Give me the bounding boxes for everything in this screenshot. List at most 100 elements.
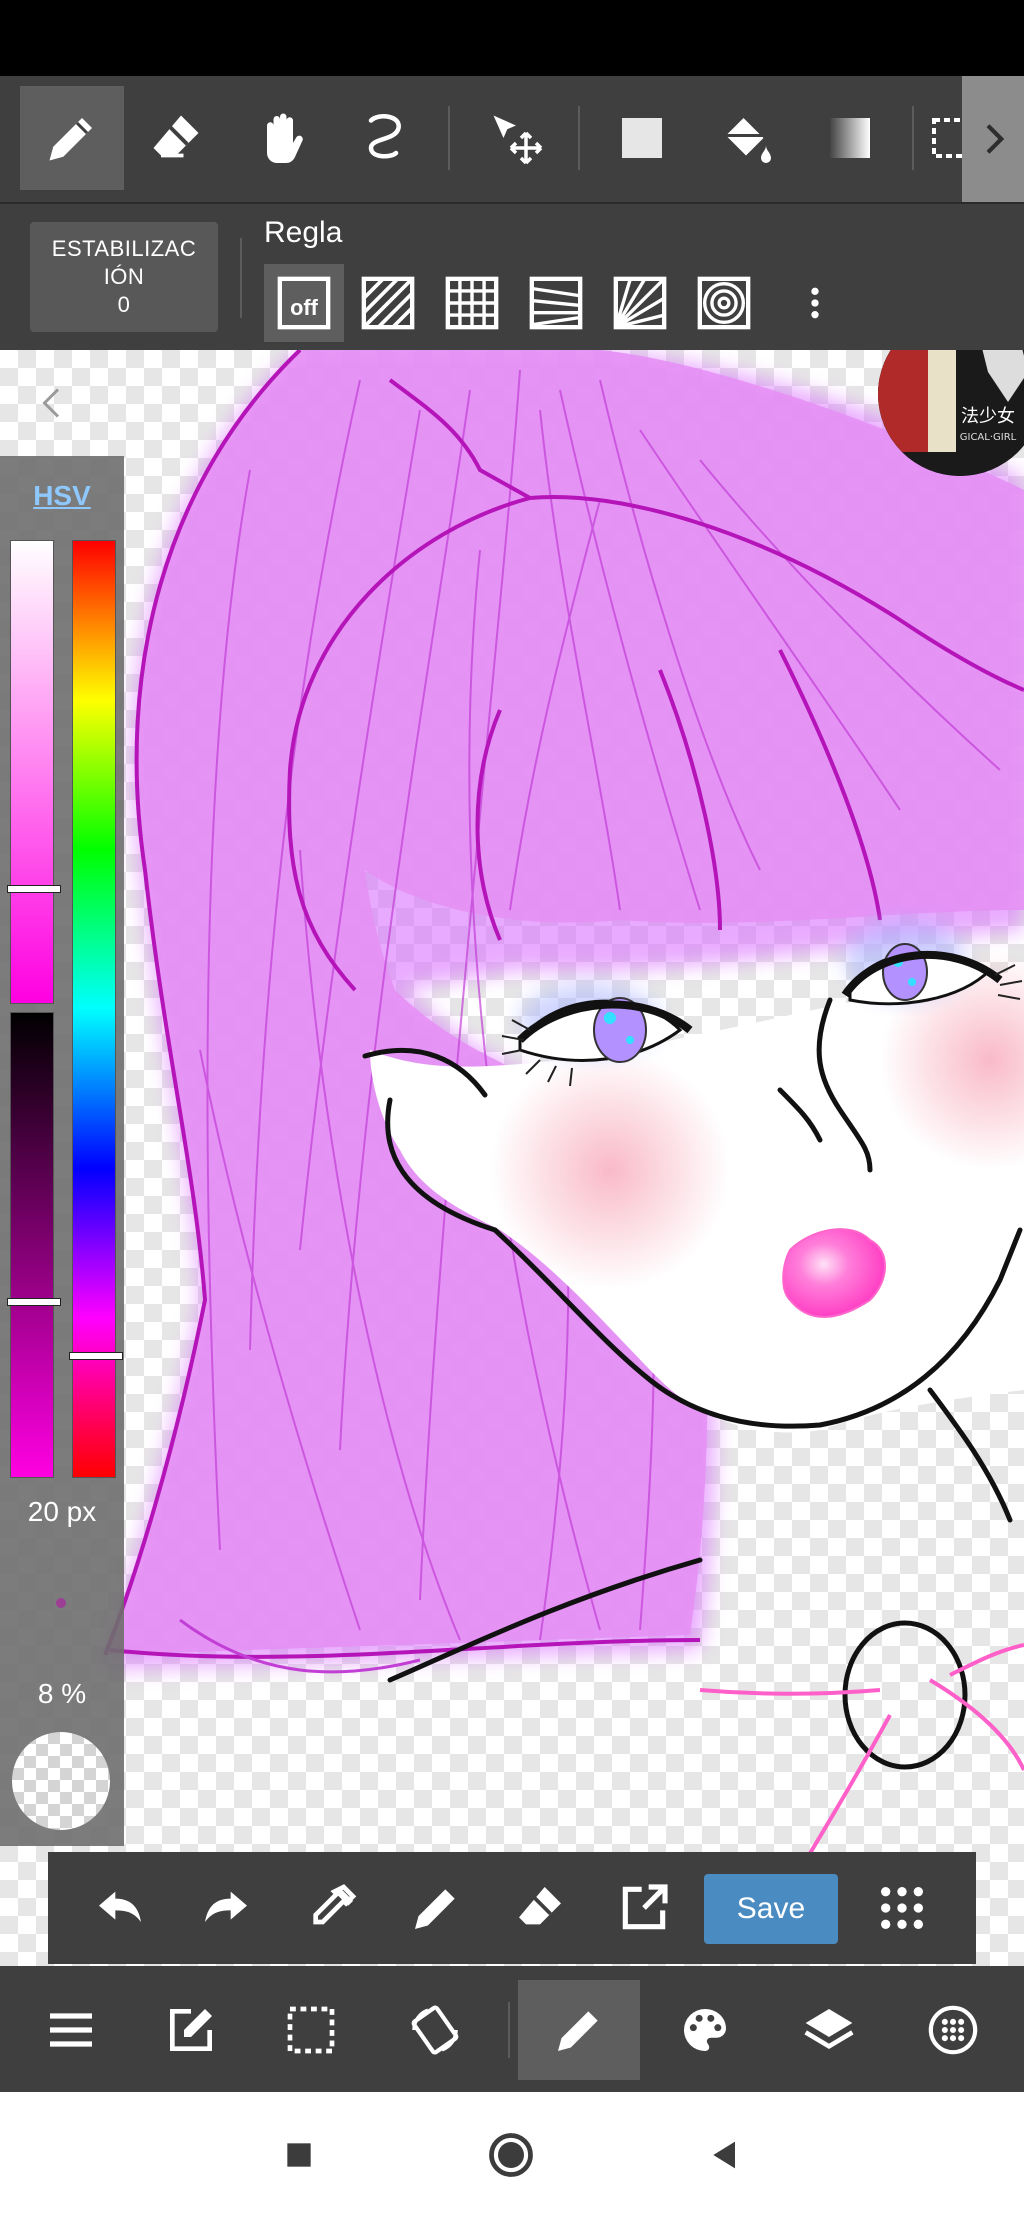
more-vertical-icon (811, 287, 819, 319)
gradient-tool-button[interactable] (798, 86, 902, 190)
ruler-perspective-button[interactable] (516, 264, 596, 342)
ruler-radial-icon (613, 276, 667, 330)
nav-separator (508, 2002, 510, 2058)
edit-button[interactable] (136, 1980, 246, 2080)
materials-button[interactable] (898, 1980, 1008, 2080)
selection-icon (287, 2006, 335, 2054)
avatar-subtext: GICAL·GIRL (960, 432, 1017, 443)
ruler-grid-icon (445, 276, 499, 330)
ruler-concentric-button[interactable] (684, 264, 764, 342)
eraser-icon (153, 115, 199, 158)
square-icon (287, 2143, 311, 2167)
stabilization-label-2: IÓN (103, 264, 145, 289)
redo-button[interactable] (184, 1866, 268, 1950)
avatar-text: 法少女 (961, 406, 1015, 427)
ruler-radial-button[interactable] (600, 264, 680, 342)
pen-icon (415, 1889, 455, 1929)
materials-icon (928, 2005, 978, 2055)
toolbar-separator (578, 106, 580, 170)
edit-icon (170, 2009, 212, 2051)
save-button[interactable]: Save (704, 1874, 838, 1944)
eraser-icon (519, 1887, 561, 1925)
circle-icon (489, 2133, 533, 2177)
move-tool-button[interactable] (464, 86, 568, 190)
system-navigation-bar (0, 2092, 1024, 2218)
export-icon (622, 1884, 668, 1930)
palette-icon (683, 2009, 726, 2051)
fill-rect-tool-button[interactable] (590, 86, 694, 190)
stabilization-button[interactable]: ESTABILIZAC IÓN 0 (30, 222, 218, 332)
lasso-icon (368, 114, 401, 159)
ruler-off-button[interactable]: off (264, 264, 344, 342)
brush-size-label[interactable]: 20 px (0, 1496, 124, 1528)
hand-icon (267, 113, 303, 164)
ruler-perspective-icon (529, 276, 583, 330)
ruler-parallel-icon (361, 276, 415, 330)
action-bar: Save (48, 1852, 976, 1964)
rotate-canvas-button[interactable] (380, 1980, 490, 2080)
fill-rect-icon (622, 118, 662, 158)
saturation-slider[interactable] (7, 540, 61, 1004)
brush-button[interactable] (518, 1980, 640, 2080)
toolbar-scroll-right-button[interactable] (962, 76, 1024, 202)
rotate-icon (411, 2005, 459, 2055)
menu-button[interactable] (16, 1980, 126, 2080)
eraser-tool-button[interactable] (124, 86, 228, 190)
value-slider-thumb[interactable] (7, 1297, 61, 1306)
artwork (100, 350, 1024, 1872)
redo-icon (205, 1891, 247, 1922)
ruler-concentric-icon (697, 276, 751, 330)
pen-tool-button[interactable] (20, 86, 124, 190)
ruler-off-text: off (290, 295, 319, 320)
ruler-grid-button[interactable] (432, 264, 512, 342)
opacity-label[interactable]: 8 % (0, 1678, 124, 1710)
brush-size-preview (56, 1598, 66, 1608)
lasso-tool-button[interactable] (334, 86, 438, 190)
undo-icon (99, 1891, 141, 1922)
chevron-left-icon (42, 388, 60, 418)
brush-icon (558, 2011, 598, 2051)
ruler-parallel-button[interactable] (348, 264, 428, 342)
ruler-off-icon: off (277, 276, 331, 330)
chevron-right-icon (986, 124, 1005, 154)
color-preview-swatch[interactable] (12, 1732, 110, 1830)
gradient-icon (830, 118, 870, 158)
toolbar-separator (912, 106, 914, 170)
color-panel: HSV 20 px 8 % (0, 456, 124, 1846)
eraser-button[interactable] (498, 1866, 582, 1950)
hand-tool-button[interactable] (230, 86, 334, 190)
bucket-tool-button[interactable] (694, 86, 798, 190)
undo-button[interactable] (78, 1866, 162, 1950)
back-triangle-icon (713, 2141, 735, 2169)
collapse-panel-button[interactable] (30, 378, 74, 428)
toolbar-separator (448, 106, 450, 170)
layers-icon (804, 2009, 854, 2050)
bucket-icon (726, 118, 771, 163)
move-icon (493, 115, 543, 165)
eyedropper-icon (313, 1884, 357, 1925)
recent-apps-button[interactable] (264, 2120, 334, 2190)
status-bar (0, 0, 1024, 76)
grid-menu-button[interactable] (860, 1866, 944, 1950)
ruler-more-button[interactable] (790, 264, 840, 342)
layers-button[interactable] (774, 1980, 884, 2080)
pen-button[interactable] (394, 1866, 478, 1950)
hue-slider[interactable] (69, 540, 123, 1478)
stabilization-value: 0 (117, 292, 131, 317)
drawing-canvas[interactable]: 法少女 GICAL·GIRL (0, 350, 1024, 1966)
hsv-tab[interactable]: HSV (0, 480, 124, 512)
selection-button[interactable] (256, 1980, 366, 2080)
bottom-navigation (0, 1966, 1024, 2092)
eyedropper-button[interactable] (290, 1866, 374, 1950)
ruler-label: Regla (264, 216, 343, 249)
value-slider[interactable] (7, 1012, 61, 1478)
toolbar-separator (240, 238, 242, 318)
home-button[interactable] (476, 2120, 546, 2190)
palette-button[interactable] (650, 1980, 760, 2080)
back-button[interactable] (690, 2120, 760, 2190)
export-button[interactable] (602, 1866, 686, 1950)
hue-slider-thumb[interactable] (69, 1352, 123, 1361)
saturation-slider-thumb[interactable] (7, 884, 61, 893)
top-toolbar (0, 76, 1024, 204)
menu-icon (50, 2013, 92, 2047)
